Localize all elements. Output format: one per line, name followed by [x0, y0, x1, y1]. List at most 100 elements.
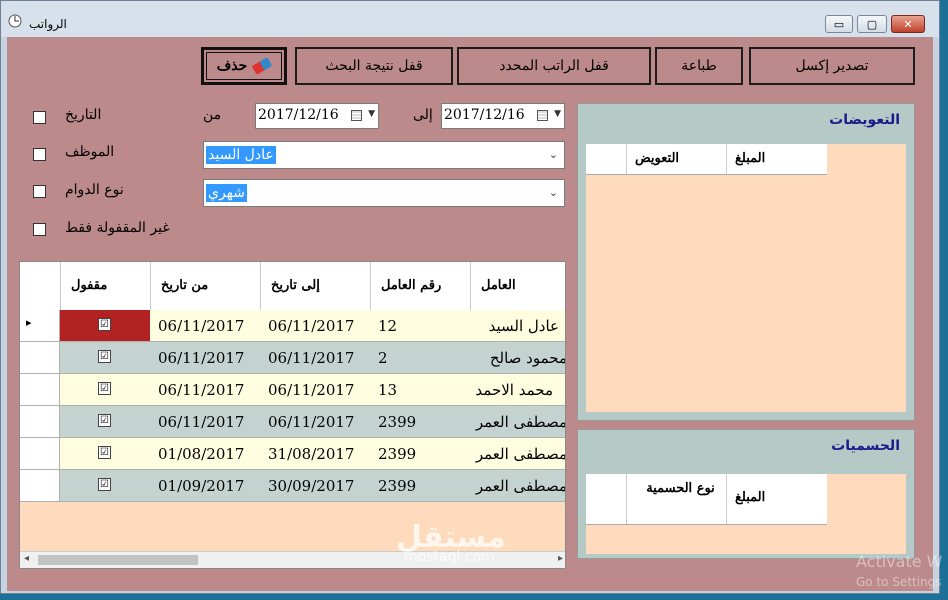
lock-search-result-label: قفل نتيجة البحث: [325, 58, 423, 74]
compensations-grid[interactable]: التعويض المبلغ: [586, 144, 906, 412]
to-date-cell[interactable]: 31/08/2017: [260, 438, 370, 469]
from-date-cell[interactable]: 06/11/2017: [150, 406, 260, 437]
column-header-worker-no[interactable]: رقم العامل: [370, 262, 470, 310]
from-date-cell[interactable]: 06/11/2017: [150, 310, 260, 341]
shift-type-filter-checkbox[interactable]: [33, 185, 46, 198]
table-row[interactable]: ▸ ☑ 06/11/2017 06/11/2017 12 عادل السيد: [20, 310, 565, 342]
employee-filter-checkbox[interactable]: [33, 148, 46, 161]
delete-button[interactable]: حذف: [201, 47, 287, 85]
locked-cell[interactable]: ☑: [60, 438, 150, 469]
column-header-locked[interactable]: مقفول: [60, 262, 150, 310]
maximize-button[interactable]: ▢: [857, 15, 887, 33]
deductions-grid[interactable]: نوع الحسمية المبلغ: [586, 474, 906, 554]
from-date-picker[interactable]: 2017/12/16 ▼: [255, 103, 379, 129]
close-button[interactable]: ✕: [891, 15, 925, 33]
print-button[interactable]: طباعة: [655, 47, 743, 85]
worker-no-cell[interactable]: 2399: [370, 406, 470, 437]
calendar-icon: [537, 110, 548, 121]
chevron-down-icon: ▼: [554, 109, 561, 119]
employee-combobox[interactable]: عادل السيد ⌄: [203, 141, 565, 169]
locked-cell[interactable]: ☑: [60, 310, 150, 341]
to-date-cell[interactable]: 06/11/2017: [260, 342, 370, 373]
locked-checkbox[interactable]: ☑: [98, 478, 111, 491]
date-filter-checkbox[interactable]: [33, 111, 46, 124]
export-excel-label: تصدير إكسل: [795, 58, 869, 74]
locked-checkbox[interactable]: ☑: [98, 318, 111, 331]
unlocked-only-checkbox[interactable]: [33, 223, 46, 236]
compensations-grid-header: التعويض المبلغ: [586, 144, 827, 175]
locked-checkbox[interactable]: ☑: [98, 446, 111, 459]
to-date-cell[interactable]: 06/11/2017: [260, 374, 370, 405]
worker-cell[interactable]: مصطفى العمر: [470, 406, 565, 437]
unlocked-only-label: غير المقفولة فقط: [65, 220, 170, 236]
locked-cell[interactable]: ☑: [60, 470, 150, 501]
table-row[interactable]: ☑ 06/11/2017 06/11/2017 13 محمد الاحمد: [20, 374, 565, 406]
scroll-left-icon[interactable]: ◂: [24, 553, 29, 564]
calendar-icon: [351, 110, 362, 121]
lock-selected-salary-button[interactable]: قفل الراتب المحدد: [457, 47, 651, 85]
from-date-cell[interactable]: 06/11/2017: [150, 342, 260, 373]
form-client-area: حذف قفل نتيجة البحث قفل الراتب المحدد طب…: [7, 37, 933, 591]
to-date-cell[interactable]: 30/09/2017: [260, 470, 370, 501]
chevron-down-icon: ▼: [368, 109, 375, 119]
worker-no-cell[interactable]: 2399: [370, 470, 470, 501]
scroll-thumb[interactable]: [38, 555, 198, 565]
lock-search-result-button[interactable]: قفل نتيجة البحث: [295, 47, 453, 85]
current-row-indicator-icon: ▸: [26, 316, 32, 329]
worker-no-cell[interactable]: 12: [370, 310, 470, 341]
locked-checkbox[interactable]: ☑: [98, 414, 111, 427]
deductions-grid-header: نوع الحسمية المبلغ: [586, 474, 827, 525]
activate-windows-notice: Activate W Go to Settings: [856, 552, 942, 592]
from-date-cell[interactable]: 01/09/2017: [150, 470, 260, 501]
column-header-worker[interactable]: العامل: [470, 262, 565, 310]
locked-cell[interactable]: ☑: [60, 342, 150, 373]
column-header-amount[interactable]: المبلغ: [726, 144, 827, 174]
column-header-to-date[interactable]: إلى تاريخ: [260, 262, 370, 310]
table-row[interactable]: ☑ 01/09/2017 30/09/2017 2399 مصطفى العمر: [20, 470, 565, 502]
locked-checkbox[interactable]: ☑: [98, 382, 111, 395]
worker-no-cell[interactable]: 13: [370, 374, 470, 405]
worker-cell[interactable]: مصطفى العمر: [470, 470, 565, 501]
employee-filter-label: الموظف: [65, 144, 115, 160]
shift-type-combobox[interactable]: شهري ⌄: [203, 179, 565, 207]
row-header[interactable]: [20, 342, 60, 373]
worker-cell[interactable]: محمد الاحمد: [470, 374, 565, 405]
minimize-icon: ▭: [833, 17, 845, 31]
column-header-deduction-type[interactable]: نوع الحسمية: [626, 474, 726, 524]
to-date-value: 2017/12/16: [444, 107, 525, 123]
row-header[interactable]: [20, 374, 60, 405]
compensations-panel: التعويضات التعويض المبلغ: [577, 103, 915, 421]
worker-no-cell[interactable]: 2399: [370, 438, 470, 469]
main-window: الرواتب ▭ ▢ ✕ حذف قفل نتيجة البحث قفل ال…: [0, 0, 940, 594]
row-header[interactable]: [20, 438, 60, 469]
row-header[interactable]: ▸: [20, 310, 60, 341]
export-excel-button[interactable]: تصدير إكسل: [749, 47, 915, 85]
worker-cell[interactable]: عادل السيد: [470, 310, 565, 341]
column-header-amount[interactable]: المبلغ: [726, 474, 827, 524]
column-header-compensation[interactable]: التعويض: [626, 144, 726, 174]
table-row[interactable]: ☑ 01/08/2017 31/08/2017 2399 مصطفى العمر: [20, 438, 565, 470]
locked-cell[interactable]: ☑: [60, 374, 150, 405]
row-header[interactable]: [20, 406, 60, 437]
table-row[interactable]: ☑ 06/11/2017 06/11/2017 2 محمود صالح: [20, 342, 565, 374]
lock-selected-salary-label: قفل الراتب المحدد: [499, 58, 609, 74]
to-date-cell[interactable]: 06/11/2017: [260, 406, 370, 437]
worker-cell[interactable]: محمود صالح: [470, 342, 565, 373]
scroll-right-icon[interactable]: ▸: [558, 553, 563, 564]
shift-type-filter-label: نوع الدوام: [65, 182, 124, 198]
minimize-button[interactable]: ▭: [825, 15, 853, 33]
to-date-cell[interactable]: 06/11/2017: [260, 310, 370, 341]
column-header-from-date[interactable]: من تاريخ: [150, 262, 260, 310]
date-filter-label: التاريخ: [65, 107, 102, 123]
row-header[interactable]: [20, 470, 60, 501]
from-date-cell[interactable]: 06/11/2017: [150, 374, 260, 405]
worker-cell[interactable]: مصطفى العمر: [470, 438, 565, 469]
worker-no-cell[interactable]: 2: [370, 342, 470, 373]
deductions-title: الحسميات: [831, 438, 900, 454]
table-row[interactable]: ☑ 06/11/2017 06/11/2017 2399 مصطفى العمر: [20, 406, 565, 438]
locked-checkbox[interactable]: ☑: [98, 350, 111, 363]
from-date-cell[interactable]: 01/08/2017: [150, 438, 260, 469]
to-date-picker[interactable]: 2017/12/16 ▼: [441, 103, 565, 129]
watermark-url: mostaql.com: [404, 549, 495, 565]
locked-cell[interactable]: ☑: [60, 406, 150, 437]
